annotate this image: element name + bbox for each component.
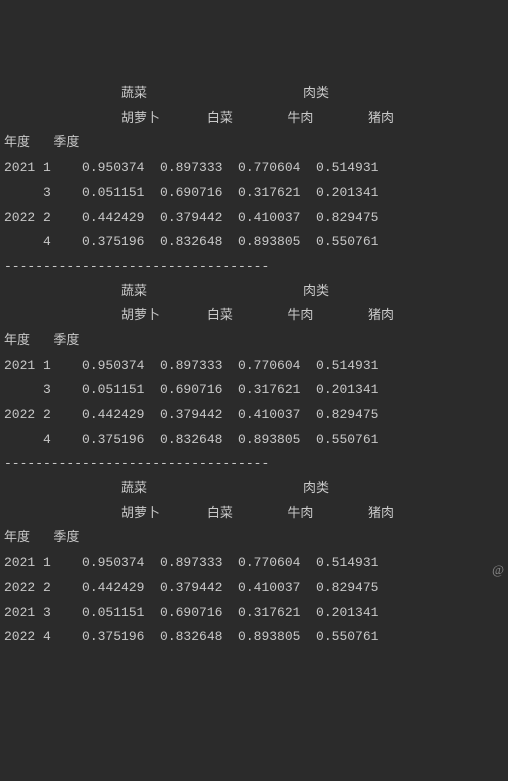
console-output: 蔬菜 肉类 胡萝卜 白菜 牛肉 猪肉 年度 季度 2021 1 0.950374… <box>4 82 504 650</box>
watermark-at: @ <box>492 558 504 583</box>
